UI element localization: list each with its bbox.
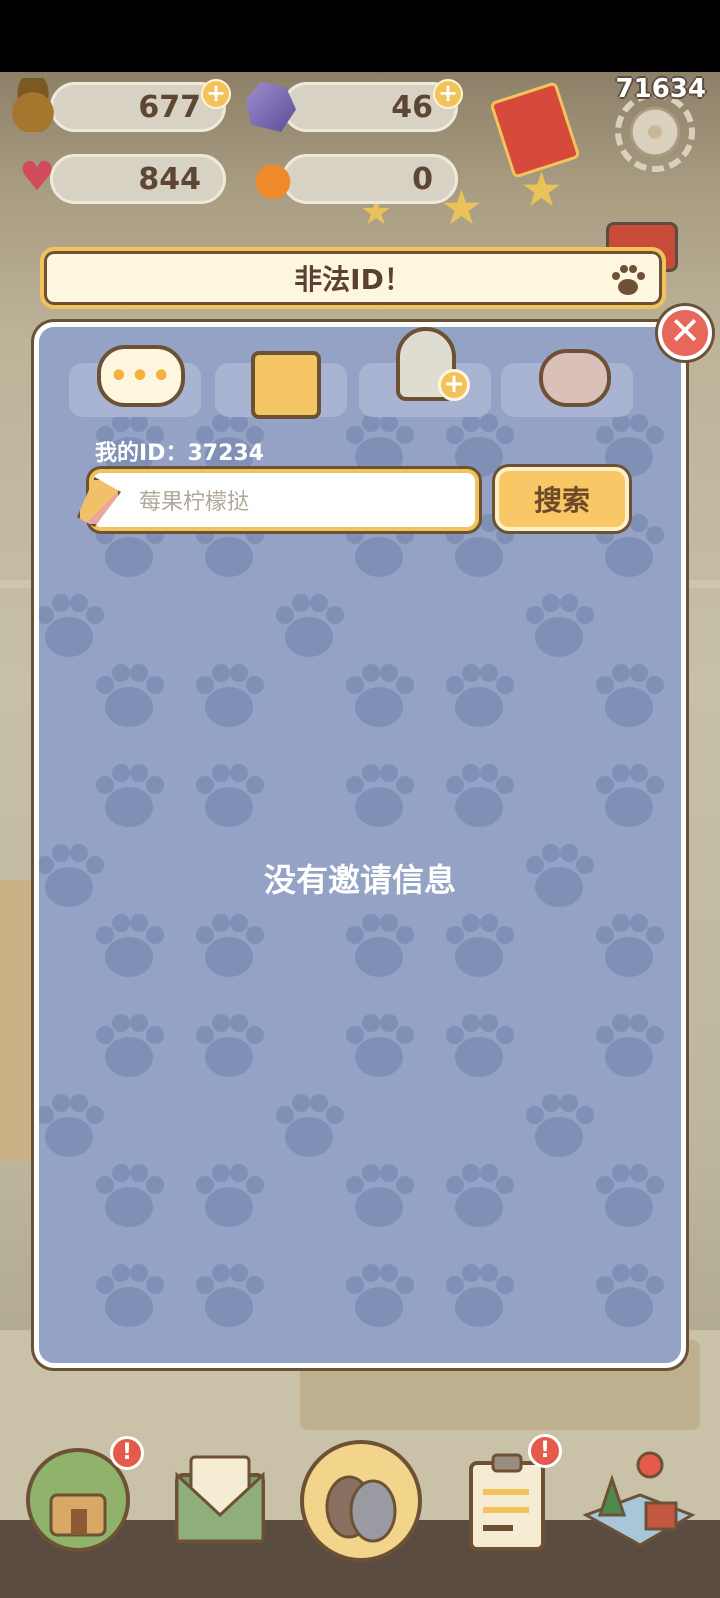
orange-counter: 0 bbox=[282, 154, 458, 204]
tasks-alert-badge: ! bbox=[528, 1434, 562, 1468]
paw-icon bbox=[612, 265, 645, 295]
crystal-counter: 46 + bbox=[282, 79, 463, 132]
shelf-decor bbox=[0, 880, 34, 1160]
star-icon: ★ bbox=[520, 162, 564, 218]
close-button[interactable]: ✕ bbox=[658, 306, 712, 360]
friends-panel: ••• + 我的ID：37234 莓果柠檬挞 搜索 没有邀请信息 bbox=[34, 322, 686, 1368]
error-banner: 非法ID！ bbox=[40, 247, 666, 309]
acorn-icon bbox=[6, 78, 60, 132]
heart-icon: ♥ bbox=[19, 154, 55, 200]
nav-tasks-button[interactable]: ! bbox=[448, 1434, 568, 1560]
home-alert-badge: ! bbox=[110, 1436, 144, 1470]
player-counter: 71634 bbox=[615, 74, 706, 104]
gear-icon[interactable] bbox=[615, 92, 695, 172]
acorn-counter: 677 + bbox=[50, 79, 231, 132]
chat-dots: ••• bbox=[109, 358, 173, 394]
search-button[interactable]: 搜索 bbox=[495, 467, 629, 531]
mail-icon bbox=[175, 1455, 265, 1543]
acorn-value: 677 bbox=[138, 89, 201, 125]
empty-message: 没有邀请信息 bbox=[263, 861, 456, 899]
my-id-label: 我的ID：37234 bbox=[95, 441, 264, 466]
error-text: 非法ID！ bbox=[294, 263, 412, 296]
heart-counter: 844 bbox=[50, 154, 226, 204]
hug-icon[interactable] bbox=[539, 349, 611, 407]
nav-friends-button[interactable] bbox=[300, 1440, 422, 1562]
plus-icon: + bbox=[438, 369, 470, 401]
chat-bubble-icon[interactable]: ••• bbox=[97, 345, 185, 407]
map-icon bbox=[582, 1451, 696, 1547]
nav-home-button[interactable]: ! bbox=[18, 1436, 144, 1560]
search-placeholder: 莓果柠檬挞 bbox=[139, 490, 250, 515]
status-bar bbox=[0, 0, 720, 72]
orange-icon bbox=[246, 152, 300, 206]
nav-mail-button[interactable] bbox=[160, 1440, 280, 1560]
add-crystal-button[interactable]: + bbox=[433, 79, 463, 109]
heart-value: 844 bbox=[138, 161, 201, 197]
notebook-icon[interactable] bbox=[251, 351, 321, 419]
friends-icon bbox=[325, 1475, 397, 1543]
nav-map-button[interactable] bbox=[578, 1440, 698, 1560]
crystal-value: 46 bbox=[391, 89, 433, 125]
add-friend-icon[interactable]: + bbox=[396, 327, 470, 401]
add-acorn-button[interactable]: + bbox=[201, 79, 231, 109]
search-input[interactable]: 莓果柠檬挞 bbox=[77, 469, 479, 531]
orange-value: 0 bbox=[412, 161, 433, 197]
